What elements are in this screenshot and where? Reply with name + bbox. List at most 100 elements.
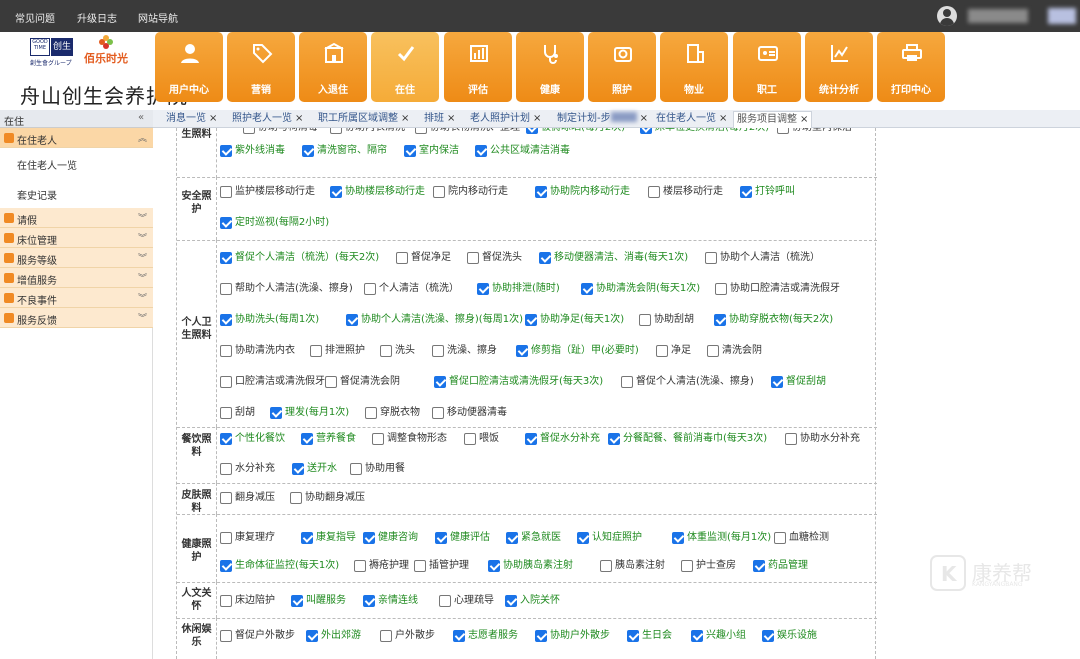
- checkbox-icon[interactable]: [467, 252, 479, 264]
- collapse-icon[interactable]: «: [138, 112, 144, 123]
- close-icon[interactable]: ×: [209, 113, 217, 124]
- checkbox-icon[interactable]: [380, 345, 392, 357]
- checkbox-icon[interactable]: [705, 252, 717, 264]
- close-icon[interactable]: ×: [800, 114, 808, 125]
- checkbox-icon[interactable]: [762, 630, 774, 642]
- checkbox-icon[interactable]: [220, 630, 232, 642]
- checkbox-icon[interactable]: [535, 630, 547, 642]
- checkbox-icon[interactable]: [301, 532, 313, 544]
- checkbox-icon[interactable]: [714, 314, 726, 326]
- close-icon[interactable]: ×: [719, 113, 727, 124]
- checkbox-icon[interactable]: [433, 186, 445, 198]
- checkbox-icon[interactable]: [291, 595, 303, 607]
- site-nav-link[interactable]: 网站导航: [138, 10, 178, 25]
- tab-2[interactable]: 职工所属区域调整 ×: [315, 111, 412, 128]
- close-icon[interactable]: ×: [295, 113, 303, 124]
- faq-link[interactable]: 常见问题: [15, 10, 55, 25]
- nav-building-button[interactable]: 入退住: [299, 32, 367, 102]
- nav-printer-button[interactable]: 打印中心: [877, 32, 945, 102]
- checkbox-icon[interactable]: [302, 145, 314, 157]
- tab-0[interactable]: 消息一览 ×: [163, 111, 220, 128]
- checkbox-icon[interactable]: [774, 532, 786, 544]
- checkbox-icon[interactable]: [464, 433, 476, 445]
- nav-tag-button[interactable]: 营销: [227, 32, 295, 102]
- checkbox-icon[interactable]: [220, 532, 232, 544]
- checkbox-icon[interactable]: [220, 595, 232, 607]
- checkbox-icon[interactable]: [715, 283, 727, 295]
- checkbox-icon[interactable]: [434, 376, 446, 388]
- checkbox-icon[interactable]: [290, 492, 302, 504]
- sidebar-group-3[interactable]: 增值服务 ︾: [0, 268, 153, 288]
- checkbox-icon[interactable]: [753, 560, 765, 572]
- checkbox-icon[interactable]: [372, 433, 384, 445]
- checkbox-icon[interactable]: [330, 186, 342, 198]
- checkbox-icon[interactable]: [432, 345, 444, 357]
- checkbox-icon[interactable]: [363, 532, 375, 544]
- tab-3[interactable]: 排班 ×: [421, 111, 458, 128]
- checkbox-icon[interactable]: [525, 314, 537, 326]
- sidebar-group-residents[interactable]: 在住老人 ︽: [0, 128, 153, 148]
- user-avatar-icon[interactable]: [937, 6, 957, 26]
- checkbox-icon[interactable]: [346, 314, 358, 326]
- checkbox-icon[interactable]: [505, 595, 517, 607]
- checkbox-icon[interactable]: [220, 283, 232, 295]
- checkbox-icon[interactable]: [525, 433, 537, 445]
- checkbox-icon[interactable]: [535, 186, 547, 198]
- checkbox-icon[interactable]: [707, 345, 719, 357]
- checkbox-icon[interactable]: [600, 560, 612, 572]
- checkbox-icon[interactable]: [785, 433, 797, 445]
- checkbox-icon[interactable]: [672, 532, 684, 544]
- checkbox-icon[interactable]: [639, 314, 651, 326]
- nav-camera-button[interactable]: 照护: [588, 32, 656, 102]
- checkbox-icon[interactable]: [220, 492, 232, 504]
- checkbox-icon[interactable]: [220, 186, 232, 198]
- checkbox-icon[interactable]: [310, 345, 322, 357]
- sidebar-item-resident-list[interactable]: 在住老人一览: [0, 148, 153, 178]
- nav-idcard-button[interactable]: 职工: [733, 32, 801, 102]
- checkbox-icon[interactable]: [740, 186, 752, 198]
- sidebar-group-4[interactable]: 不良事件 ︾: [0, 288, 153, 308]
- checkbox-icon[interactable]: [581, 283, 593, 295]
- checkbox-icon[interactable]: [648, 186, 660, 198]
- checkbox-icon[interactable]: [270, 407, 282, 419]
- checkbox-icon[interactable]: [432, 407, 444, 419]
- close-icon[interactable]: ×: [533, 113, 541, 124]
- sidebar-group-2[interactable]: 服务等级 ︾: [0, 248, 153, 268]
- checkbox-icon[interactable]: [415, 128, 427, 134]
- sidebar-item-history[interactable]: 套史记录: [0, 178, 153, 208]
- checkbox-icon[interactable]: [656, 345, 668, 357]
- nav-user-button[interactable]: 用户中心: [155, 32, 223, 102]
- nav-chart-button[interactable]: 评估: [444, 32, 512, 102]
- checkbox-icon[interactable]: [439, 595, 451, 607]
- checkbox-icon[interactable]: [435, 532, 447, 544]
- nav-stats-button[interactable]: 统计分析: [805, 32, 873, 102]
- checkbox-icon[interactable]: [621, 376, 633, 388]
- checkbox-icon[interactable]: [414, 560, 426, 572]
- checkbox-icon[interactable]: [301, 433, 313, 445]
- checkbox-icon[interactable]: [691, 630, 703, 642]
- checkbox-icon[interactable]: [771, 376, 783, 388]
- checkbox-icon[interactable]: [681, 560, 693, 572]
- checkbox-icon[interactable]: [363, 595, 375, 607]
- checkbox-icon[interactable]: [396, 252, 408, 264]
- checkbox-icon[interactable]: [526, 128, 538, 134]
- checkbox-icon[interactable]: [608, 433, 620, 445]
- nav-stethoscope-button[interactable]: 健康: [516, 32, 584, 102]
- close-icon[interactable]: ×: [401, 113, 409, 124]
- checkbox-icon[interactable]: [350, 463, 362, 475]
- checkbox-icon[interactable]: [354, 560, 366, 572]
- checkbox-icon[interactable]: [477, 283, 489, 295]
- checkbox-icon[interactable]: [475, 145, 487, 157]
- tab-7[interactable]: 服务项目调整 ×: [733, 111, 813, 128]
- checkbox-icon[interactable]: [777, 128, 789, 134]
- tab-6[interactable]: 在住老人一览 ×: [653, 111, 730, 128]
- close-icon[interactable]: ×: [640, 113, 648, 124]
- changelog-link[interactable]: 升级日志: [77, 10, 117, 25]
- checkbox-icon[interactable]: [330, 128, 342, 134]
- checkbox-icon[interactable]: [577, 532, 589, 544]
- tab-1[interactable]: 照护老人一览 ×: [229, 111, 306, 128]
- checkbox-icon[interactable]: [380, 630, 392, 642]
- checkbox-icon[interactable]: [220, 463, 232, 475]
- checkbox-icon[interactable]: [516, 345, 528, 357]
- nav-office-button[interactable]: 物业: [660, 32, 728, 102]
